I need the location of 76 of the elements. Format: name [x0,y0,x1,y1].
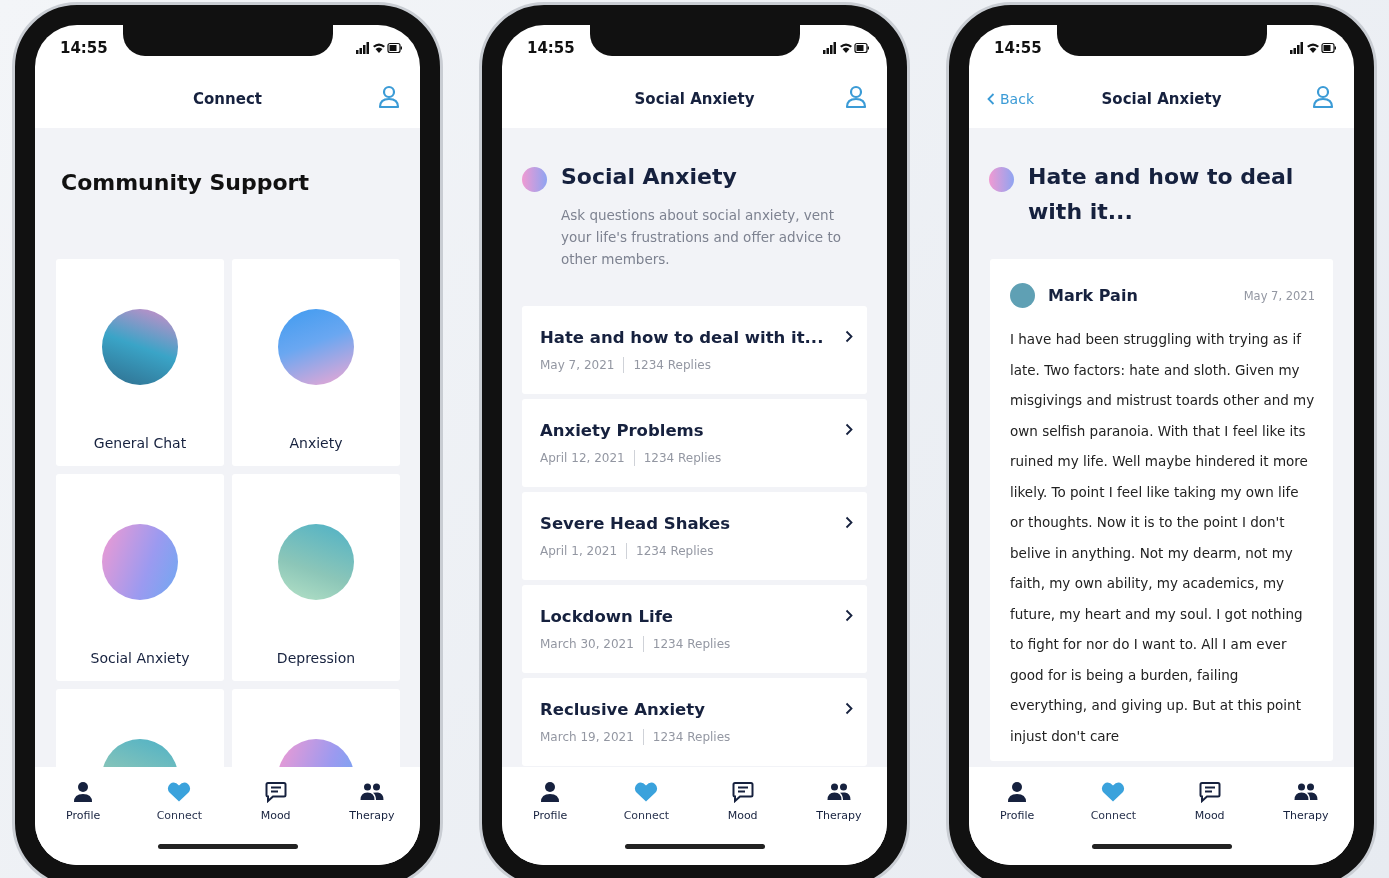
gradient-dot [989,167,1014,192]
thread-card[interactable]: Hate and how to deal with it... May 7, 2021 1234 Replies [522,306,867,394]
chevron-icon [845,609,853,622]
thread-date: April 1, 2021 [540,543,618,558]
person-icon [73,781,94,803]
tab[interactable]: Connect [611,781,682,822]
chat-icon [1198,781,1221,803]
status-time: 14:55 [527,38,575,57]
category-card[interactable]: General Chat [56,259,224,466]
person-icon [1007,781,1028,803]
reply-count: 1234 Replies [652,636,731,651]
thread-title: Reclusive Anxiety [540,699,706,719]
people-icon [826,781,851,803]
page-heading: Social Anxiety [561,163,737,191]
tab[interactable]: Connect [144,781,215,822]
heart-icon [167,781,192,803]
nav-title: Connect [193,90,262,108]
tab[interactable]: Mood [707,781,778,822]
tab[interactable]: Therapy [1270,781,1341,822]
thread-title: Anxiety Problems [540,420,705,440]
tab[interactable]: Mood [1174,781,1245,822]
chevron-icon [845,702,853,715]
nav-title: Social Anxiety [634,90,755,108]
heart-icon [634,781,659,803]
thread-title: Hate and how to deal with it... [540,327,825,347]
thread-card[interactable]: Severe Head Shakes April 1, 2021 1234 Replies [522,492,867,580]
thread-title: Lockdown Life [540,606,675,626]
person-icon [540,781,561,803]
tab[interactable]: Therapy [803,781,874,822]
gradient-dot [522,167,547,192]
reply-count: 1234 Replies [652,729,731,744]
status-time: 14:55 [994,38,1042,57]
thread-card[interactable]: Anxiety Problems April 12, 2021 1234 Replies [522,399,867,487]
reply-count: 1234 Replies [636,543,714,558]
people-icon [359,781,384,803]
account-icon[interactable] [1312,85,1334,109]
category-card[interactable]: Depression [232,474,400,681]
account-icon[interactable] [378,85,400,109]
account-icon[interactable] [845,85,867,109]
tab[interactable]: Connect [1078,781,1149,822]
post-text: I have had been struggling with trying as if late. Two factors: hate and sloth. Given my misgivings and mistrust toards other and my own selfish paranoia. With that I feel like its ruined my life. Well maybe hindered it more likely. To point I feel like taking my own life or thoughts. Now it is to the point I don't belive in anything. Not my dearm, not my faith, my own ability, my academics, my future, my heart and my soul. I got nothing to fight for nor do I want to. All I am ever good for is being a burden, failing everything, and giving up. But at this point injust don't care [1010,330,1315,746]
tab[interactable]: Mood [240,781,311,822]
chevron-icon [845,423,853,436]
reply-count: 1234 Replies [643,450,722,465]
thread-card[interactable]: Lockdown Life March 30, 2021 1234 Replies [522,585,867,673]
page-heading: Community Support [61,170,310,195]
thread-title: Severe Head Shakes [540,513,732,533]
thread-date: May 7, 2021 [540,357,615,372]
nav-title: Social Anxiety [1101,90,1222,108]
back-chevron-icon [987,93,995,105]
tab[interactable]: Profile [982,781,1053,822]
heart-icon [1101,781,1126,803]
people-icon [1293,781,1318,803]
thread-card[interactable]: Reclusive Anxiety March 19, 2021 1234 Replies [522,678,867,766]
tab[interactable]: Profile [515,781,586,822]
chat-icon [731,781,754,803]
post-date: May 7, 2021 [1243,288,1315,303]
status-icons [1290,41,1336,54]
avatar [1010,283,1035,308]
reply-count: 1234 Replies [633,357,711,372]
status-time: 14:55 [60,38,108,57]
thread-date: March 19, 2021 [540,729,634,744]
author-name: Mark Pain [1048,286,1139,305]
group-description: Ask questions about social anxiety, vent your life's frustrations and offer advice to other members. [561,206,842,269]
chat-icon [264,781,287,803]
tab[interactable]: Therapy [336,781,407,822]
chevron-icon [845,516,853,529]
status-icons [823,41,869,54]
category-card[interactable]: Social Anxiety [56,474,224,681]
thread-date: April 12, 2021 [540,450,625,465]
status-icons [356,41,402,54]
tab[interactable]: Profile [48,781,119,822]
chevron-icon [845,330,853,343]
page-heading: Hate and how to deal with it... [1028,163,1295,226]
thread-date: March 30, 2021 [540,636,634,651]
category-card[interactable]: Anxiety [232,259,400,466]
